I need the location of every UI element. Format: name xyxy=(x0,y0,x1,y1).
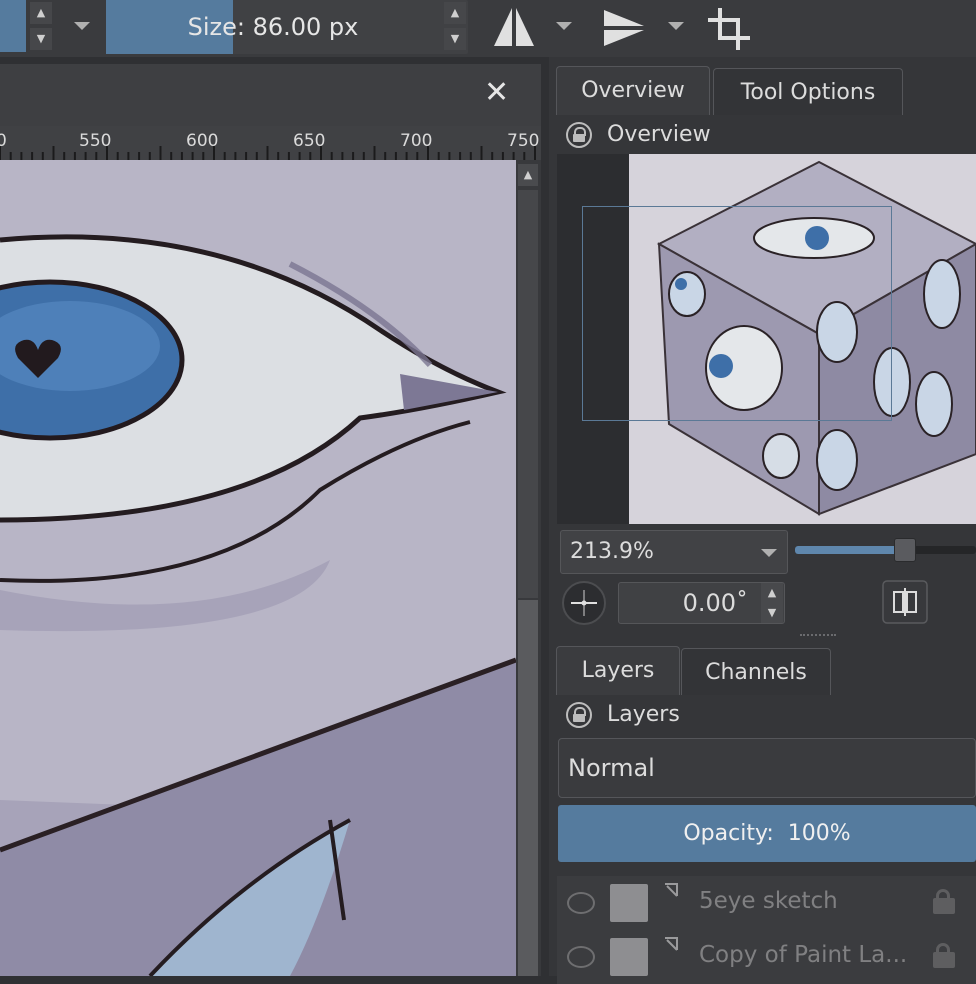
blend-mode-value: Normal xyxy=(568,754,655,782)
zoom-value: 213.9% xyxy=(570,539,654,564)
brush-size-slider[interactable]: Size: 86.00 px ▲ ▼ xyxy=(106,0,468,54)
top-toolbar: ▲ ▼ Size: 86.00 px ▲ ▼ xyxy=(0,0,976,57)
close-icon[interactable]: ✕ xyxy=(484,78,509,108)
zoom-combobox[interactable]: 213.9% xyxy=(560,530,788,574)
layer-lock-icon[interactable] xyxy=(933,889,955,914)
chevron-down-icon[interactable] xyxy=(556,22,572,30)
viewport-rectangle[interactable] xyxy=(582,206,892,421)
opacity-label: Opacity: 100% xyxy=(683,821,851,846)
zoom-slider-handle[interactable] xyxy=(893,538,916,562)
visibility-eye-icon[interactable] xyxy=(567,946,595,968)
scroll-up-button[interactable]: ▲ xyxy=(518,164,538,186)
lock-icon[interactable] xyxy=(566,702,592,728)
ruler-tick-label: 700 xyxy=(400,131,433,151)
eye-artwork xyxy=(0,160,516,976)
vertical-mirror-icon[interactable] xyxy=(600,6,648,50)
layer-name: Copy of Paint La... xyxy=(699,942,908,968)
size-up-button[interactable]: ▲ xyxy=(444,2,466,24)
ruler-tick-label: 750 xyxy=(507,131,540,151)
layer-opacity-slider[interactable]: Opacity: 100% xyxy=(558,805,976,862)
layer-clip-icon xyxy=(665,883,678,897)
ruler-tick-label: 650 xyxy=(293,131,326,151)
spin-down-button[interactable]: ▼ xyxy=(30,28,52,50)
layer-row[interactable]: 5eye sketch xyxy=(557,876,976,930)
layer-thumbnail xyxy=(610,938,648,976)
layer-lock-icon[interactable] xyxy=(933,943,955,968)
visibility-eye-icon[interactable] xyxy=(567,892,595,914)
spin-up-button[interactable]: ▲ xyxy=(30,2,52,24)
size-down-button[interactable]: ▼ xyxy=(444,28,466,50)
ruler-tick-label: 550 xyxy=(79,131,112,151)
horizontal-ruler: 0 550 600 650 700 750 xyxy=(0,126,541,160)
rotation-input[interactable]: 0.00˚ ▲ ▼ xyxy=(618,582,785,624)
ruler-tick-label: 600 xyxy=(186,131,219,151)
tab-layers[interactable]: Layers xyxy=(556,646,680,695)
canvas-tab-bar: ✕ xyxy=(0,64,541,126)
chevron-down-icon xyxy=(761,549,777,557)
chevron-down-icon[interactable] xyxy=(668,22,684,30)
layers-title: Layers xyxy=(607,702,680,727)
horizontal-mirror-icon[interactable] xyxy=(490,6,538,50)
rotation-up-button[interactable]: ▲ xyxy=(761,583,783,603)
overview-preview[interactable] xyxy=(557,154,976,524)
overview-title: Overview xyxy=(607,122,711,147)
layer-name: 5eye sketch xyxy=(699,888,838,914)
ruler-tick-label: 0 xyxy=(0,131,7,151)
scrollbar-thumb[interactable] xyxy=(518,600,538,976)
drawing-canvas[interactable] xyxy=(0,160,516,976)
vertical-scrollbar[interactable]: ▲ xyxy=(516,160,541,976)
mirror-view-icon[interactable] xyxy=(882,580,928,624)
layer-thumbnail xyxy=(610,884,648,922)
lock-icon[interactable] xyxy=(566,122,592,148)
tab-overview[interactable]: Overview xyxy=(556,66,710,115)
scrollbar-track[interactable] xyxy=(518,190,538,598)
wrap-around-icon[interactable] xyxy=(706,6,752,50)
blend-mode-select[interactable]: Normal xyxy=(558,738,976,798)
zoom-slider-fill xyxy=(795,546,904,554)
rotation-value: 0.00˚ xyxy=(682,589,748,617)
zoom-slider[interactable] xyxy=(795,538,976,562)
rotation-down-button[interactable]: ▼ xyxy=(761,603,783,623)
chevron-down-icon[interactable] xyxy=(74,22,90,30)
brush-size-label: Size: 86.00 px xyxy=(187,13,359,41)
tab-tool-options[interactable]: Tool Options xyxy=(713,68,903,115)
layer-clip-icon xyxy=(665,937,678,951)
tab-channels[interactable]: Channels xyxy=(681,648,831,695)
splitter-handle[interactable] xyxy=(800,634,836,640)
rotation-dial-icon[interactable] xyxy=(561,580,607,626)
opacity-field-fill[interactable] xyxy=(0,0,26,52)
